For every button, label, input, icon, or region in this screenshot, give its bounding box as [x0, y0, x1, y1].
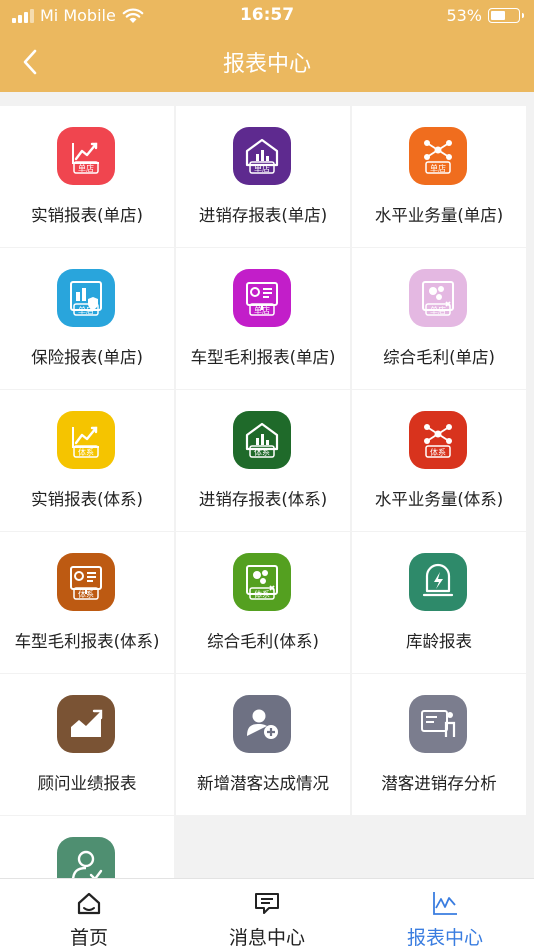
report-item-label: 实销报表(体系): [31, 490, 143, 509]
svg-text:单店: 单店: [78, 305, 94, 315]
report-item-label: 水平业务量(体系): [374, 490, 504, 509]
status-bar: Mi Mobile 16:57 53%: [0, 0, 534, 30]
report-item[interactable]: 潜客进销存分析: [352, 674, 526, 815]
svg-text:体系: 体系: [78, 447, 94, 457]
status-right: 53%: [446, 6, 524, 25]
svg-text:体系: 体系: [254, 447, 270, 457]
nav-bar: 报表中心: [0, 30, 534, 92]
tab-message[interactable]: 消息中心: [178, 879, 356, 950]
overall-profit-icon: 体系: [233, 553, 291, 611]
report-item[interactable]: 单店综合毛利(单店): [352, 248, 526, 389]
svg-text:体系: 体系: [430, 447, 446, 457]
sales-report-icon: 单店: [57, 127, 115, 185]
report-item[interactable]: 顾问业绩报表: [0, 674, 174, 815]
report-item[interactable]: 单店保险报表(单店): [0, 248, 174, 389]
business-volume-icon: 单店: [409, 127, 467, 185]
business-volume-icon: 体系: [409, 411, 467, 469]
inventory-report-icon: 单店: [233, 127, 291, 185]
report-item[interactable]: 体系水平业务量(体系): [352, 390, 526, 531]
svg-text:单店: 单店: [430, 305, 446, 315]
tab-home[interactable]: 首页: [0, 879, 178, 950]
svg-text:体系: 体系: [78, 589, 94, 599]
prospect-analysis-icon: [409, 695, 467, 753]
tab-label: 首页: [69, 927, 108, 949]
consultant-performance-icon: [57, 695, 115, 753]
tab-label: 消息中心: [228, 927, 305, 949]
overall-profit-icon: 单店: [409, 269, 467, 327]
svg-text:体系: 体系: [254, 589, 270, 599]
report-item[interactable]: 单店进销存报表(单店): [176, 106, 350, 247]
report-item-label: 车型毛利报表(体系): [14, 632, 160, 651]
report-item[interactable]: 单店水平业务量(单店): [352, 106, 526, 247]
page-title: 报表中心: [222, 52, 311, 77]
report-item[interactable]: 新增潜客达成情况: [176, 674, 350, 815]
report-item-label: 库龄报表: [406, 632, 472, 651]
report-item[interactable]: 体系进销存报表(体系): [176, 390, 350, 531]
report-item-label: 实销报表(单店): [31, 206, 143, 225]
model-profit-icon: 体系: [57, 553, 115, 611]
report-item-label: 进销存报表(体系): [198, 490, 328, 509]
report-item-label: 综合毛利(单店): [383, 348, 495, 367]
report-item[interactable]: 单店实销报表(单店): [0, 106, 174, 247]
report-item[interactable]: 体系实销报表(体系): [0, 390, 174, 531]
tab-report-chart[interactable]: 报表中心: [356, 879, 534, 950]
report-item-label: 综合毛利(体系): [207, 632, 319, 651]
svg-text:单店: 单店: [254, 163, 270, 173]
inventory-report-icon: 体系: [233, 411, 291, 469]
model-profit-icon: 单店: [233, 269, 291, 327]
tab-label: 报表中心: [406, 927, 483, 949]
report-item[interactable]: 单店车型毛利报表(单店): [176, 248, 350, 389]
report-item[interactable]: 体系综合毛利(体系): [176, 532, 350, 673]
report-item-label: 新增潜客达成情况: [197, 774, 329, 793]
report-item-label: 水平业务量(单店): [374, 206, 504, 225]
tab-bar: 首页 消息中心 报表中心: [0, 878, 534, 950]
report-item-label: 保险报表(单店): [31, 348, 143, 367]
report-item[interactable]: 库龄报表: [352, 532, 526, 673]
svg-text:单店: 单店: [254, 305, 270, 315]
battery-percent: 53%: [446, 6, 482, 25]
report-item-label: 潜客进销存分析: [381, 774, 497, 793]
stock-age-icon: [409, 553, 467, 611]
add-prospect-icon: [233, 695, 291, 753]
svg-text:单店: 单店: [430, 163, 446, 173]
svg-text:单店: 单店: [78, 163, 94, 173]
home-icon: [77, 892, 101, 915]
sales-report-icon: 体系: [57, 411, 115, 469]
insurance-report-icon: 单店: [57, 269, 115, 327]
report-chart-icon: [433, 892, 457, 915]
battery-icon: [488, 8, 524, 23]
report-item-label: 车型毛利报表(单店): [190, 348, 336, 367]
report-item[interactable]: 体系车型毛利报表(体系): [0, 532, 174, 673]
report-item-label: 顾问业绩报表: [37, 774, 137, 793]
message-icon: [255, 893, 279, 914]
report-item-label: 进销存报表(单店): [198, 206, 328, 225]
